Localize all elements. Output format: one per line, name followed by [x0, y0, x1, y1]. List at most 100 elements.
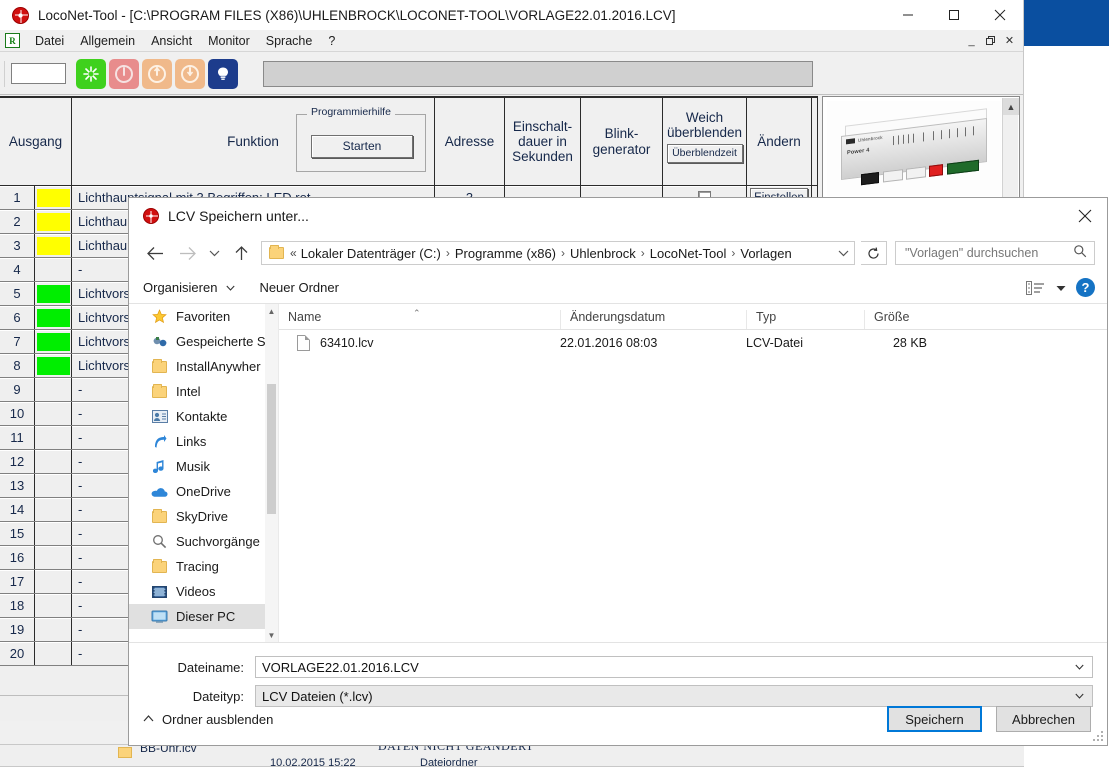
file-column-typ[interactable]: Typ — [746, 310, 864, 329]
dialog-close-button[interactable] — [1062, 198, 1107, 234]
cancel-button[interactable]: Abbrechen — [996, 706, 1091, 732]
cell-color-swatch[interactable] — [35, 426, 72, 449]
mdi-minimize-button[interactable]: _ — [962, 32, 981, 49]
refresh-icon[interactable] — [861, 241, 887, 265]
cell-color-swatch[interactable] — [35, 570, 72, 593]
scroll-up-icon[interactable]: ▲ — [1003, 98, 1019, 115]
tree-item-gespeicherte-s[interactable]: Gespeicherte S — [129, 329, 278, 354]
menu-monitor[interactable]: Monitor — [200, 32, 258, 50]
file-column-name[interactable]: Name ⌃ — [279, 308, 560, 329]
cell-color-swatch[interactable] — [35, 498, 72, 521]
mdi-restore-button[interactable] — [981, 32, 1000, 49]
tree-scroll-down-icon[interactable]: ▼ — [265, 628, 278, 642]
cell-color-swatch[interactable] — [35, 450, 72, 473]
tree-item-favoriten[interactable]: Favoriten — [129, 304, 278, 329]
cell-color-swatch[interactable] — [35, 594, 72, 617]
view-list-icon[interactable] — [1026, 280, 1046, 295]
cell-ausgang-nr: 12 — [0, 450, 35, 473]
hide-folders-toggle[interactable]: Ordner ausblenden — [143, 712, 273, 727]
cell-color-swatch[interactable] — [35, 210, 72, 233]
new-folder-button[interactable]: Neuer Ordner — [247, 280, 342, 295]
tree-item-kontakte[interactable]: Kontakte — [129, 404, 278, 429]
mdi-close-button[interactable]: ✕ — [1000, 32, 1019, 49]
menu-datei[interactable]: Datei — [27, 32, 72, 50]
organize-caret-icon[interactable] — [221, 283, 247, 293]
address-input[interactable] — [11, 63, 66, 84]
tree-item-dieser-pc[interactable]: Dieser PC — [129, 604, 278, 629]
organize-button[interactable]: Organisieren — [143, 280, 221, 295]
lightbulb-icon[interactable] — [208, 58, 238, 89]
breadcrumb-bar[interactable]: « Lokaler Datenträger (C:) › Programme (… — [261, 241, 855, 265]
view-mode-caret-icon[interactable] — [1056, 279, 1066, 297]
breadcrumb-item-3[interactable]: LocoNet-Tool — [650, 246, 727, 261]
cell-color-swatch[interactable] — [35, 354, 72, 377]
cell-color-swatch[interactable] — [35, 546, 72, 569]
tree-item-videos[interactable]: Videos — [129, 579, 278, 604]
forward-arrow-icon[interactable] — [171, 237, 203, 269]
tree-scrollbar[interactable]: ▲ ▼ — [265, 304, 278, 642]
tree-item-installanywher[interactable]: InstallAnywher — [129, 354, 278, 379]
cell-color-swatch[interactable] — [35, 378, 72, 401]
recent-locations-icon[interactable] — [203, 237, 225, 269]
tree-item-tracing[interactable]: Tracing — [129, 554, 278, 579]
sun-burst-icon[interactable] — [76, 58, 106, 89]
file-column-size[interactable]: Größe — [864, 310, 944, 329]
menu-ansicht[interactable]: Ansicht — [143, 32, 200, 50]
cell-ausgang-nr: 14 — [0, 498, 35, 521]
file-row[interactable]: 63410.lcv 22.01.2016 08:03 LCV-Datei 28 KB — [279, 330, 1107, 355]
save-as-dialog: LCV Speichern unter... « Lokaler Datentr… — [128, 197, 1108, 746]
breadcrumb-item-2[interactable]: Uhlenbrock — [570, 246, 636, 261]
tree-scroll-up-icon[interactable]: ▲ — [265, 304, 278, 318]
tree-item-onedrive[interactable]: OneDrive — [129, 479, 278, 504]
search-box[interactable]: "Vorlagen" durchsuchen — [895, 241, 1095, 265]
breadcrumb-dropdown-icon[interactable] — [832, 242, 854, 264]
cell-color-swatch[interactable] — [35, 186, 72, 209]
menu-help[interactable]: ? — [320, 32, 343, 50]
cell-color-swatch[interactable] — [35, 306, 72, 329]
cell-color-swatch[interactable] — [35, 282, 72, 305]
search-input[interactable]: "Vorlagen" durchsuchen — [896, 246, 1038, 260]
cell-color-swatch[interactable] — [35, 618, 72, 641]
window-close-button[interactable] — [977, 0, 1023, 30]
ueberblendzeit-button[interactable]: Überblendzeit — [666, 144, 743, 164]
window-maximize-button[interactable] — [931, 0, 977, 30]
cell-color-swatch[interactable] — [35, 474, 72, 497]
tree-item-links[interactable]: Links — [129, 429, 278, 454]
cell-color-swatch[interactable] — [35, 330, 72, 353]
resize-grip[interactable] — [1093, 731, 1103, 741]
cell-ausgang-nr: 11 — [0, 426, 35, 449]
help-icon[interactable]: ? — [1076, 278, 1095, 297]
breadcrumb-item-0[interactable]: Lokaler Datenträger (C:) — [301, 246, 441, 261]
file-column-date[interactable]: Änderungsdatum — [560, 310, 746, 329]
cell-color-swatch[interactable] — [35, 522, 72, 545]
tree-item-skydrive[interactable]: SkyDrive — [129, 504, 278, 529]
save-button[interactable]: Speichern — [887, 706, 982, 732]
cell-color-swatch[interactable] — [35, 258, 72, 281]
tree-item-musik[interactable]: Musik — [129, 454, 278, 479]
cell-color-swatch[interactable] — [35, 642, 72, 665]
menu-sprache[interactable]: Sprache — [258, 32, 321, 50]
breadcrumb-item-4[interactable]: Vorlagen — [740, 246, 791, 261]
up-arrow-icon[interactable] — [225, 237, 257, 269]
tree-item-intel[interactable]: Intel — [129, 379, 278, 404]
cell-color-swatch[interactable] — [35, 234, 72, 257]
breadcrumb-overflow[interactable]: « — [290, 246, 301, 260]
menu-allgemein[interactable]: Allgemein — [72, 32, 143, 50]
cell-ausgang-nr: 8 — [0, 354, 35, 377]
column-header-aendern: Ändern — [747, 98, 812, 185]
filename-dropdown-icon[interactable] — [1075, 662, 1092, 672]
breadcrumb-item-1[interactable]: Programme (x86) — [455, 246, 556, 261]
starten-button[interactable]: Starten — [311, 135, 413, 158]
window-minimize-button[interactable] — [885, 0, 931, 30]
power-off-icon[interactable] — [175, 58, 205, 89]
back-arrow-icon[interactable] — [139, 237, 171, 269]
tree-scroll-thumb[interactable] — [267, 384, 276, 514]
tree-item-suchvorg-nge[interactable]: Suchvorgänge — [129, 529, 278, 554]
power-on-icon[interactable] — [142, 58, 172, 89]
tree-item-label: Gespeicherte S — [176, 334, 266, 349]
search-icon[interactable] — [1073, 244, 1087, 263]
cell-color-swatch[interactable] — [35, 402, 72, 425]
power-stop-icon[interactable] — [109, 58, 139, 89]
filename-input[interactable]: VORLAGE22.01.2016.LCV — [255, 656, 1093, 678]
picture-scrollbar[interactable]: ▲ — [1002, 98, 1019, 199]
